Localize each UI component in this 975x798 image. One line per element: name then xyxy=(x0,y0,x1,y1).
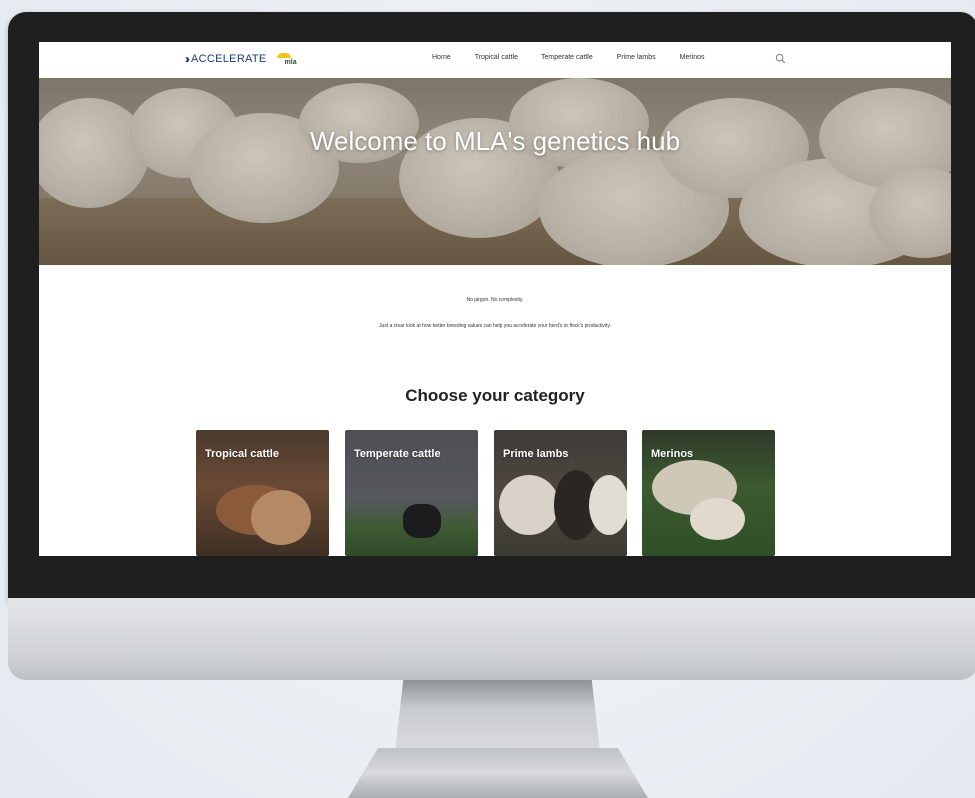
merino-image xyxy=(690,498,745,540)
hero-title: Welcome to MLA's genetics hub xyxy=(309,126,681,156)
cattle-image xyxy=(403,504,441,538)
mla-logo: mla xyxy=(275,52,309,66)
logo-text: ACCELERATE xyxy=(191,53,267,65)
card-label: Temperate cattle xyxy=(354,448,441,460)
site-header: ›› ACCELERATE mla Home Tropical cattle T… xyxy=(39,42,951,78)
chevron-right-icon: ›› xyxy=(185,52,190,66)
main-nav: Home Tropical cattle Temperate cattle Pr… xyxy=(432,54,719,61)
category-card-merinos[interactable]: Merinos xyxy=(642,430,775,556)
category-section-title: Choose your category xyxy=(405,386,585,405)
category-card-tropical-cattle[interactable]: Tropical cattle xyxy=(196,430,329,556)
card-label: Merinos xyxy=(651,448,694,460)
nav-merinos[interactable]: Merinos xyxy=(680,54,705,61)
monitor-stand-neck xyxy=(395,680,600,752)
intro-tagline: No jargon. No complexity. xyxy=(466,297,524,303)
nav-temperate-cattle[interactable]: Temperate cattle xyxy=(541,54,593,61)
hero-overlay xyxy=(39,78,951,265)
intro-description: Just a clear look at how better breeding… xyxy=(379,323,611,329)
category-card-temperate-cattle[interactable]: Temperate cattle xyxy=(345,430,478,556)
nav-tropical-cattle[interactable]: Tropical cattle xyxy=(475,54,518,61)
mla-swoosh-icon xyxy=(276,53,291,58)
monitor-stand-base xyxy=(348,748,648,798)
accelerate-logo[interactable]: ›› ACCELERATE mla xyxy=(185,52,309,66)
search-icon[interactable] xyxy=(775,53,786,64)
lamb-image xyxy=(589,475,627,535)
nav-prime-lambs[interactable]: Prime lambs xyxy=(617,54,656,61)
card-label: Tropical cattle xyxy=(205,448,279,460)
nav-home[interactable]: Home xyxy=(432,54,451,61)
hero-banner: Welcome to MLA's genetics hub xyxy=(39,78,951,265)
monitor-screen: ›› ACCELERATE mla Home Tropical cattle T… xyxy=(39,42,951,556)
category-card-prime-lambs[interactable]: Prime lambs xyxy=(494,430,627,556)
monitor-chin xyxy=(8,598,975,680)
mla-logo-text: mla xyxy=(284,59,297,66)
card-label: Prime lambs xyxy=(503,448,569,460)
lamb-image xyxy=(499,475,559,535)
cattle-image xyxy=(251,490,311,545)
